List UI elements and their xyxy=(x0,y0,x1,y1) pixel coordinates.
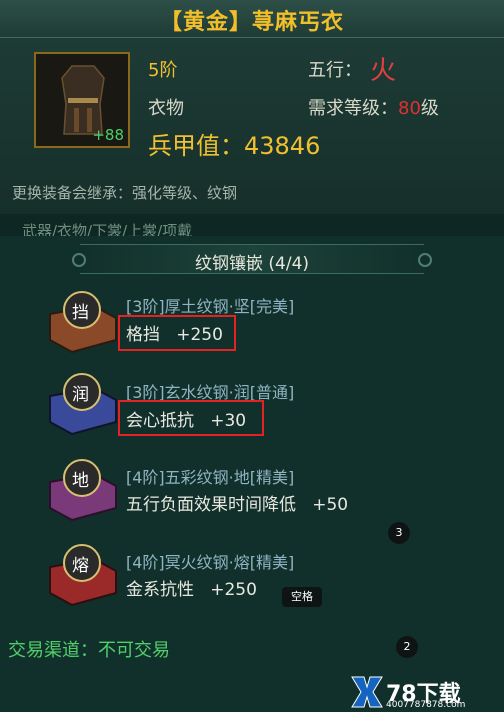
gem-stat-value: +250 xyxy=(210,580,257,600)
count-badge: 3 xyxy=(388,522,410,544)
trade-channel: 交易渠道：不可交易 xyxy=(8,640,170,661)
item-category: 衣物 xyxy=(148,98,184,119)
gem-icon-rong[interactable]: 熔 xyxy=(46,537,118,607)
gem-stat-name: 金系抗性 xyxy=(126,580,194,600)
gem-char: 润 xyxy=(72,385,89,405)
gem-name: [4阶]五彩纹钢·地[精美] xyxy=(126,468,295,487)
gem-icon-run[interactable]: 润 xyxy=(46,366,118,436)
count-badge: 2 xyxy=(396,636,418,658)
gem-icon-dang[interactable]: 挡 xyxy=(46,284,118,354)
gems-section-title: 纹钢镶嵌 (4/4) xyxy=(194,254,310,274)
element-label: 五行： xyxy=(308,60,362,81)
gem-char: 熔 xyxy=(72,556,89,576)
fire-element-icon: 火 xyxy=(370,56,397,86)
highlight-box xyxy=(118,400,264,436)
watermark-url: 4007787878.com xyxy=(386,700,466,710)
enhance-level: +88 xyxy=(92,126,124,144)
item-icon[interactable]: +88 xyxy=(34,52,130,148)
site-watermark: 78下载 4007787878.com xyxy=(350,672,500,712)
item-tier: 5阶 xyxy=(148,60,178,81)
armor-label: 兵甲值： xyxy=(148,132,244,160)
x-logo-icon xyxy=(351,676,383,708)
gem-stat: 五行负面效果时间降低 +50 xyxy=(126,490,348,515)
gem-char: 地 xyxy=(72,471,89,491)
gem-icon-di[interactable]: 地 xyxy=(46,452,118,522)
key-hint-tooltip: 空格 xyxy=(282,587,322,607)
gem-char: 挡 xyxy=(72,303,89,323)
ornament-right-icon xyxy=(418,253,432,267)
level-req-unit: 级 xyxy=(420,98,439,119)
gem-name: [3阶]厚土纹钢·坚[完美] xyxy=(126,297,295,316)
title-bar: 【黄金】荨麻丐衣 xyxy=(0,0,504,38)
level-req-value: 80 xyxy=(398,98,421,119)
inherit-note: 更换装备会继承：强化等级、纹钢 xyxy=(12,184,238,202)
armor-stat: 兵甲值：43846 xyxy=(148,126,320,161)
gem-name: [4阶]冥火纹钢·熔[精美] xyxy=(126,553,295,572)
item-title: 【黄金】荨麻丐衣 xyxy=(159,10,344,35)
armor-value: 43846 xyxy=(244,132,321,160)
gem-stat: 金系抗性 +250 xyxy=(126,575,257,600)
gem-stat-value: +50 xyxy=(312,495,349,515)
partial-tabs-text: 武器/衣物/下裳/上裳/项戴 xyxy=(22,222,193,236)
gems-section-header: 纹钢镶嵌 (4/4) xyxy=(72,244,432,274)
gem-stat-name: 五行负面效果时间降低 xyxy=(126,495,296,515)
level-req-label: 需求等级： xyxy=(308,98,398,119)
level-requirement: 需求等级：80级 xyxy=(308,94,439,120)
highlight-box xyxy=(118,315,236,351)
